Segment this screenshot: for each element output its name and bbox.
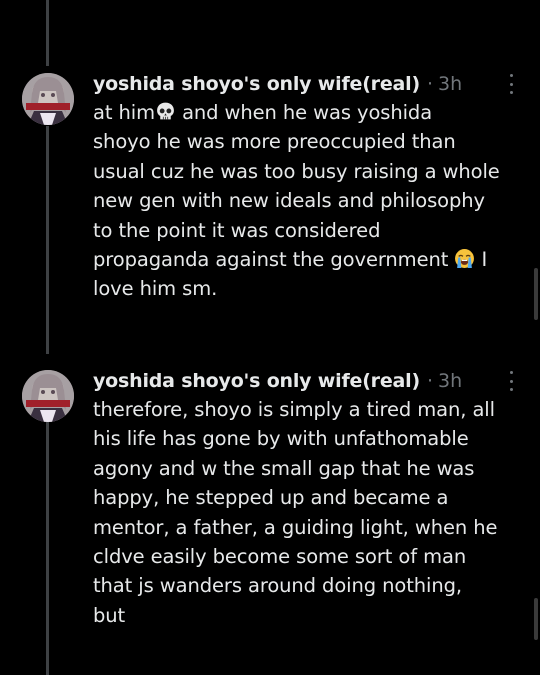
avatar-image — [22, 370, 74, 422]
tweet-line: that js wanders around doing nothing, — [93, 574, 462, 598]
tweet-line: to the point it was considered — [93, 218, 381, 242]
tweet-text: at him and when he was yoshida shoyo he … — [93, 98, 529, 304]
thread-line-top — [46, 0, 49, 66]
tweet-line: agony and w the small gap that he was — [93, 456, 475, 480]
skull-emoji — [157, 102, 174, 120]
tweet[interactable]: yoshida shoyo's only wife(real) · 3h at … — [0, 69, 540, 329]
tweet-line: but — [93, 603, 126, 627]
tweet-header: yoshida shoyo's only wife(real) · 3h — [93, 69, 462, 99]
tweet-line: his life has gone by with unfathomable — [93, 427, 469, 451]
text-segment: at him — [93, 101, 155, 124]
more-options-icon[interactable] — [504, 371, 518, 391]
avatar[interactable] — [22, 370, 74, 422]
tweet-line: usual cuz he was too busy raising a whol… — [93, 159, 500, 183]
avatar-image — [22, 73, 74, 125]
text-segment: propaganda against the government — [93, 248, 455, 272]
tweet-line: shoyo he was more preoccupied than — [93, 130, 456, 154]
loudly-crying-face-emoji — [455, 249, 475, 268]
tweet-line: new gen with new ideals and philosophy — [93, 189, 485, 213]
timestamp[interactable]: 3h — [438, 366, 462, 396]
tweet-text: therefore, shoyo is simply a tired man, … — [93, 395, 529, 630]
text-segment: I — [475, 248, 488, 272]
tweet-line: at him and when he was yoshida — [93, 98, 529, 127]
tweet-line: propaganda against the government I — [93, 245, 529, 274]
tweet-line: therefore, shoyo is simply a tired man, … — [93, 398, 495, 421]
tweet-line: mentor, a father, a guiding light, when … — [93, 515, 498, 539]
more-options-icon[interactable] — [504, 74, 518, 94]
tweet-line: happy, he stepped up and became a — [93, 486, 449, 510]
tweet-line: cldve easily become some sort of man — [93, 545, 467, 569]
timestamp[interactable]: 3h — [438, 69, 462, 99]
separator-dot: · — [426, 73, 434, 95]
text-segment: and when he was yoshida — [175, 101, 433, 124]
tweet-header: yoshida shoyo's only wife(real) · 3h — [93, 366, 462, 396]
tweet[interactable]: yoshida shoyo's only wife(real) · 3h the… — [0, 366, 540, 666]
author-name[interactable]: yoshida shoyo's only wife(real) — [93, 366, 420, 396]
tweet-line: love him sm. — [93, 277, 218, 301]
separator-dot: · — [426, 370, 434, 392]
avatar[interactable] — [22, 73, 74, 125]
author-name[interactable]: yoshida shoyo's only wife(real) — [93, 69, 420, 99]
